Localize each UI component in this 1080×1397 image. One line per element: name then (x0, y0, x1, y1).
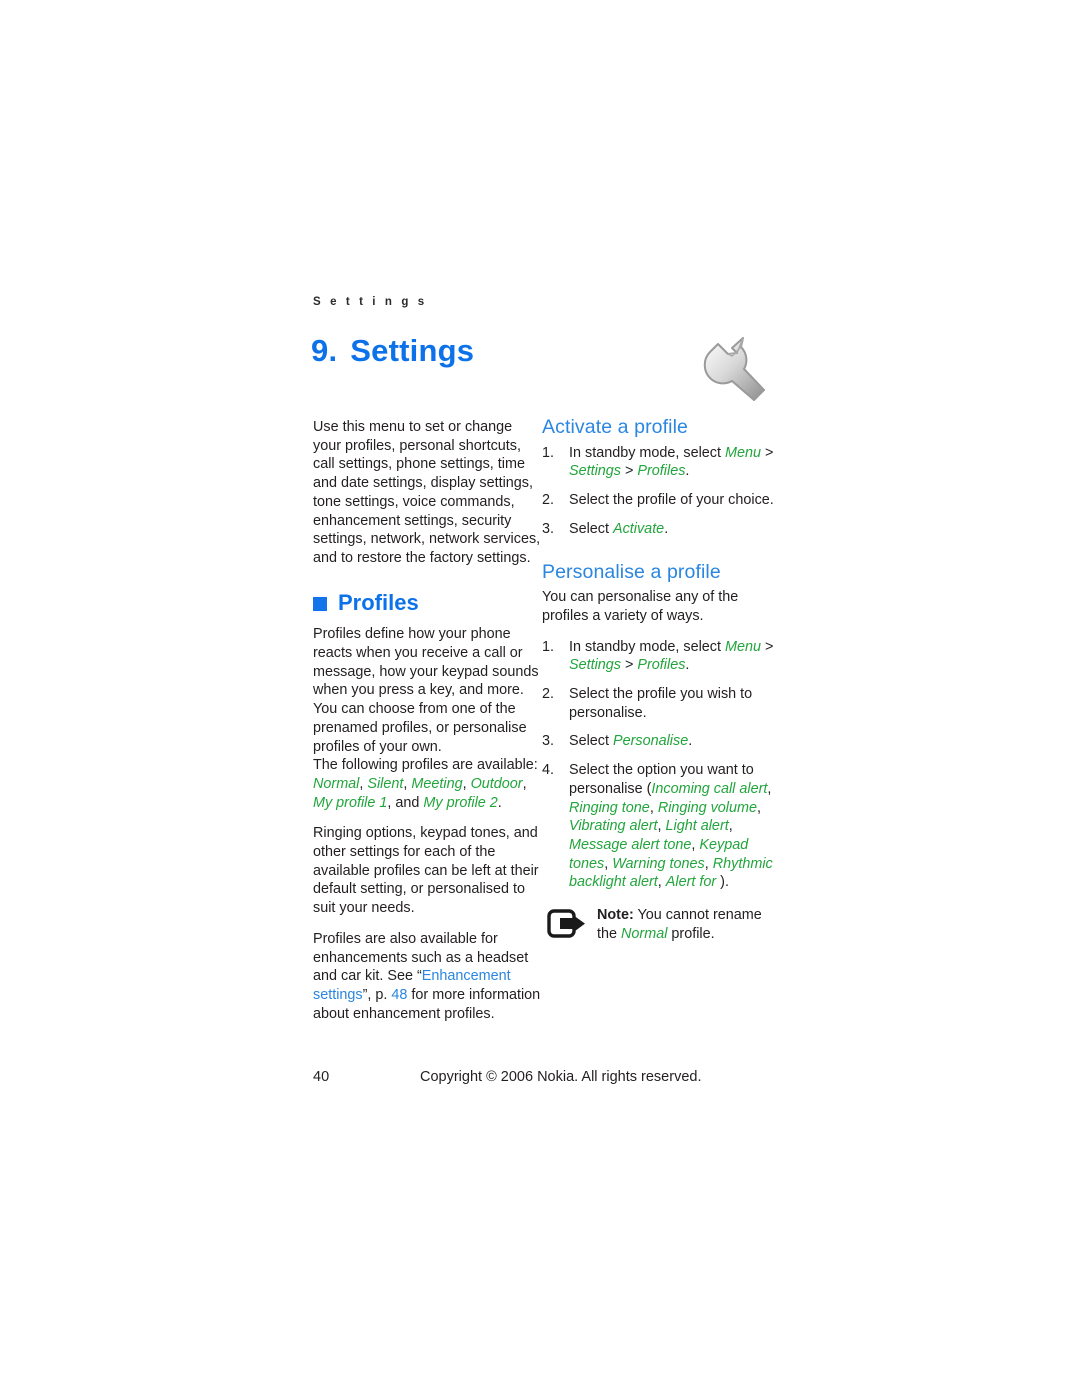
step-text: Select (569, 733, 613, 750)
link-page-48[interactable]: 48 (391, 987, 407, 1003)
profiles-available-lead: The following profiles are available: (313, 757, 538, 774)
profiles-available-paragraph: The following profiles are available: No… (313, 756, 541, 812)
subheading-activate-a-profile: Activate a profile (542, 416, 688, 438)
step-text: In standby mode, select (569, 444, 725, 461)
step-marker: 1. (542, 638, 555, 655)
profiles-paragraph-1: Profiles define how your phone reacts wh… (313, 626, 539, 755)
ui-term-menu: Menu (725, 638, 761, 655)
list-item: 1. In standby mode, select Menu > Setting… (542, 638, 774, 675)
sep: , (657, 818, 666, 835)
list-item: 2. Select the profile you wish to persona… (542, 685, 774, 722)
option-light-alert: Light alert (665, 818, 729, 835)
note-label: Note: (597, 907, 634, 924)
note-text-tail: profile. (667, 925, 715, 942)
option-message-alert-tone: Message alert tone (569, 836, 692, 853)
note-block: Note: You cannot rename the Normal profi… (542, 906, 774, 950)
ui-term-settings: Settings (569, 463, 621, 480)
option-incoming-call-alert: Incoming call alert (651, 780, 768, 797)
step-marker: 2. (542, 686, 555, 703)
note-arrow-icon (547, 908, 589, 940)
sep: , (522, 775, 527, 792)
personalise-intro: You can personalise any of the profiles … (542, 589, 739, 624)
profile-normal: Normal (313, 775, 360, 792)
ui-term-personalise: Personalise (613, 733, 689, 750)
sep: , (657, 874, 666, 891)
sep: , (704, 855, 713, 872)
profile-meeting: Meeting (411, 775, 463, 792)
sep: , (757, 799, 762, 816)
profile-my-profile-1: My profile 1 (313, 794, 388, 811)
option-ringing-volume: Ringing volume (657, 799, 758, 816)
profiles-paragraph-3: Profiles are also available for enhancem… (313, 930, 541, 1024)
copyright-notice: Copyright © 2006 Nokia. All rights reser… (420, 1069, 702, 1085)
option-alert-for: Alert for (665, 874, 717, 891)
right-column: Activate a profile 1. In standby mode, se… (542, 416, 774, 950)
ui-term-menu: Menu (725, 444, 761, 461)
sep: . (664, 520, 669, 537)
profile-silent: Silent (367, 775, 404, 792)
sep: , (767, 780, 772, 797)
document-page: S e t t i n g s 9. Settings Use this menu… (0, 0, 1080, 1397)
option-warning-tones: Warning tones (612, 855, 705, 872)
ui-term-activate: Activate (613, 520, 665, 537)
section-heading-profiles: Profiles (313, 589, 541, 615)
page-ref-lead: ”, p. (362, 986, 392, 1003)
sep: . (688, 733, 693, 750)
list-item: 3. Select Personalise. (542, 732, 774, 751)
sep: > (621, 463, 638, 480)
sep: , (462, 775, 471, 792)
list-item: 2. Select the profile of your choice. (542, 491, 774, 510)
sep: > (761, 638, 774, 655)
step-text: Select the profile of your choice. (569, 492, 774, 509)
sep: , and (387, 794, 424, 811)
step-marker: 1. (542, 444, 555, 461)
option-vibrating-alert: Vibrating alert (569, 818, 658, 835)
sep: . (685, 657, 690, 674)
ui-term-profiles: Profiles (637, 657, 686, 674)
page-title: 9. Settings (311, 333, 474, 369)
sep: . (497, 794, 502, 811)
step-text: Select (569, 520, 613, 537)
chapter-title-text: Settings (350, 333, 475, 368)
profile-outdoor: Outdoor (470, 775, 523, 792)
sep: , (649, 799, 658, 816)
list-item: 3. Select Activate. (542, 520, 774, 539)
sep: > (761, 444, 774, 461)
profile-my-profile-2: My profile 2 (423, 794, 498, 811)
ui-term-normal: Normal (621, 925, 668, 942)
step-marker: 3. (542, 520, 555, 537)
list-item: 4. Select the option you want to personal… (542, 761, 774, 892)
wrench-icon (697, 334, 769, 404)
sep: . (685, 463, 690, 480)
left-column: Use this menu to set or change your prof… (313, 418, 541, 1035)
page-number: 40 (313, 1069, 330, 1085)
activate-steps-list: 1. In standby mode, select Menu > Setting… (542, 444, 774, 539)
step-marker: 4. (542, 762, 555, 779)
list-item: 1. In standby mode, select Menu > Setting… (542, 444, 774, 481)
ui-term-profiles: Profiles (637, 463, 686, 480)
subheading-personalise-a-profile: Personalise a profile (542, 560, 721, 583)
sep: > (621, 657, 638, 674)
profiles-paragraph-2: Ringing options, keypad tones, and other… (313, 825, 539, 917)
step-marker: 3. (542, 733, 555, 750)
step-text: In standby mode, select (569, 638, 725, 655)
running-header: S e t t i n g s (313, 296, 428, 308)
step-marker: 2. (542, 492, 555, 509)
square-bullet-icon (313, 596, 327, 611)
section-heading-label: Profiles (338, 589, 419, 615)
step-text: Select the profile you wish to personali… (569, 686, 753, 721)
chapter-number: 9. (311, 333, 338, 368)
intro-paragraph: Use this menu to set or change your prof… (313, 419, 541, 566)
personalise-steps-list: 1. In standby mode, select Menu > Setting… (542, 638, 774, 892)
sep: ). (716, 874, 729, 891)
ui-term-settings: Settings (569, 657, 621, 674)
option-ringing-tone: Ringing tone (569, 799, 650, 816)
sep: , (728, 818, 733, 835)
